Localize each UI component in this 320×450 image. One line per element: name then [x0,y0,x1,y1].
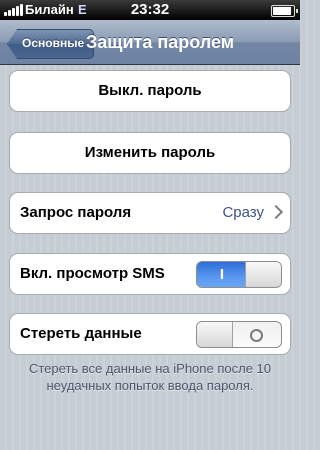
sms-preview-label: Вкл. просмотр SMS [20,265,165,282]
disable-passcode-button[interactable]: Выкл. пароль [9,70,291,112]
erase-data-footnote: Стереть все данные на iPhone после 10 не… [28,361,272,393]
require-passcode-value: Сразу [222,204,264,221]
chevron-right-icon [268,204,284,220]
navigation-bar: Основные Защита паролем [0,20,300,65]
back-button[interactable]: Основные [7,29,95,59]
require-passcode-label: Запрос пароля [20,204,132,221]
clock: 23:32 [130,1,170,18]
erase-data-toggle[interactable] [196,321,282,348]
off-ring-icon [249,329,263,343]
erase-data-label: Стереть данные [20,325,142,342]
change-passcode-label: Изменить пароль [84,144,216,161]
toggle-knob [245,262,281,287]
page-title: Защита паролем [86,32,235,52]
sms-preview-row: Вкл. просмотр SMS I [9,253,291,295]
erase-data-row: Стереть данные [9,313,291,355]
status-bar: Билайн E 23:32 [0,0,300,20]
toggle-knob [197,322,233,347]
disable-passcode-label: Выкл. пароль [98,82,202,99]
battery-icon [271,5,298,17]
toggle-off-indicator [231,322,281,347]
require-passcode-row[interactable]: Запрос пароля Сразу [9,192,291,234]
change-passcode-button[interactable]: Изменить пароль [9,132,291,174]
sms-preview-toggle[interactable]: I [196,261,282,288]
toggle-on-indicator: I [197,262,247,287]
